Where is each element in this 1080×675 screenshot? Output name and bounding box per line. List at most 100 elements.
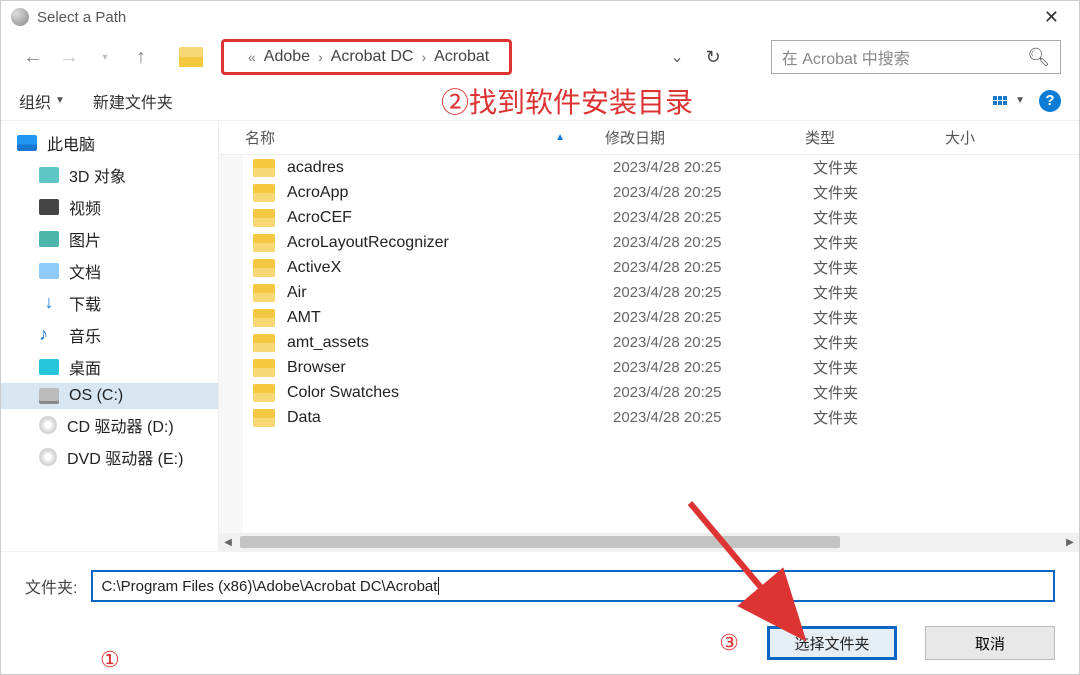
folder-icon <box>253 359 275 377</box>
search-input[interactable]: 在 Acrobat 中搜索 🔍︎ <box>771 40 1061 74</box>
annotation-3: ③ <box>719 630 739 656</box>
file-row[interactable]: Data2023/4/28 20:25文件夹 <box>219 405 1079 430</box>
scroll-right-icon[interactable]: ▶ <box>1061 537 1079 548</box>
sidebar-item-label: 此电脑 <box>47 131 95 155</box>
folder-icon <box>253 309 275 327</box>
new-folder-button[interactable]: 新建文件夹 <box>93 89 173 113</box>
button-row: ③ 选择文件夹 取消 <box>25 626 1055 660</box>
search-icon: 🔍︎ <box>1027 47 1050 68</box>
ico-drive-icon <box>39 388 59 404</box>
dialog-window: Select a Path ✕ ← → ▾ ↑ « Adobe › Acroba… <box>0 0 1080 675</box>
file-row[interactable]: ActiveX2023/4/28 20:25文件夹 <box>219 255 1079 280</box>
view-controls: ▼ ? <box>993 90 1061 112</box>
ico-desk-icon <box>39 359 59 375</box>
col-date[interactable]: 修改日期 <box>605 127 805 148</box>
toolbar: 组织▼ 新建文件夹 ②找到软件安装目录 ▼ ? <box>1 81 1079 121</box>
breadcrumb-dropdown[interactable]: ⌄ <box>670 47 683 67</box>
title-bar: Select a Path ✕ <box>1 1 1079 33</box>
back-button[interactable]: ← <box>19 43 47 71</box>
file-row[interactable]: AcroCEF2023/4/28 20:25文件夹 <box>219 205 1079 230</box>
chevron-right-icon: › <box>314 49 327 65</box>
folder-icon <box>253 159 275 177</box>
ico-pc-icon <box>17 135 37 151</box>
sidebar-item-3[interactable]: 图片 <box>1 223 218 255</box>
main-area: 此电脑 3D 对象视频图片文档 ↓下载♪音乐桌面 OS (C:) CD 驱动器 (D:)… <box>1 121 1079 551</box>
file-row[interactable]: AcroLayoutRecognizer2023/4/28 20:25文件夹 <box>219 230 1079 255</box>
file-name: amt_assets <box>287 334 613 352</box>
sidebar-item-4[interactable]: 文档 <box>1 255 218 287</box>
crumb-0[interactable]: Adobe <box>260 48 314 66</box>
file-row[interactable]: Color Swatches2023/4/28 20:25文件夹 <box>219 380 1079 405</box>
nav-row: ← → ▾ ↑ « Adobe › Acrobat DC › Acrobat ⌄… <box>1 33 1079 81</box>
file-name: Color Swatches <box>287 384 613 402</box>
up-button[interactable]: ↑ <box>127 43 155 71</box>
h-scrollbar[interactable]: ◀ ▶ <box>219 533 1079 551</box>
scroll-thumb[interactable] <box>240 536 840 548</box>
forward-button[interactable]: → <box>55 43 83 71</box>
file-row[interactable]: AMT2023/4/28 20:25文件夹 <box>219 305 1079 330</box>
view-mode-button[interactable]: ▼ <box>993 95 1025 106</box>
sidebar-item-10[interactable]: DVD 驱动器 (E:) <box>1 441 218 473</box>
sidebar-item-9[interactable]: CD 驱动器 (D:) <box>1 409 218 441</box>
path-row: 文件夹: C:\Program Files (x86)\Adobe\Acroba… <box>25 570 1055 602</box>
sidebar-item-5[interactable]: ↓下载 <box>1 287 218 319</box>
file-row[interactable]: amt_assets2023/4/28 20:25文件夹 <box>219 330 1079 355</box>
col-name[interactable]: 名称▲ <box>245 127 605 148</box>
close-button[interactable]: ✕ <box>1034 3 1069 32</box>
file-row[interactable]: Browser2023/4/28 20:25文件夹 <box>219 355 1079 380</box>
app-icon <box>11 8 29 26</box>
sidebar-item-label: CD 驱动器 (D:) <box>67 413 174 437</box>
file-list[interactable]: acadres2023/4/28 20:25文件夹AcroApp2023/4/2… <box>219 155 1079 533</box>
file-name: AMT <box>287 309 613 327</box>
file-row[interactable]: Air2023/4/28 20:25文件夹 <box>219 280 1079 305</box>
crumb-1[interactable]: Acrobat DC <box>327 48 418 66</box>
file-row[interactable]: acadres2023/4/28 20:25文件夹 <box>219 155 1079 180</box>
help-button[interactable]: ? <box>1039 90 1061 112</box>
file-date: 2023/4/28 20:25 <box>613 284 813 301</box>
file-date: 2023/4/28 20:25 <box>613 334 813 351</box>
file-type: 文件夹 <box>813 407 953 428</box>
file-date: 2023/4/28 20:25 <box>613 309 813 326</box>
cancel-button[interactable]: 取消 <box>925 626 1055 660</box>
sidebar-item-1[interactable]: 3D 对象 <box>1 159 218 191</box>
crumb-2[interactable]: Acrobat <box>430 48 493 66</box>
file-name: ActiveX <box>287 259 613 277</box>
sidebar-item-7[interactable]: 桌面 <box>1 351 218 383</box>
file-row[interactable]: AcroApp2023/4/28 20:25文件夹 <box>219 180 1079 205</box>
ico-cd-icon <box>39 416 57 434</box>
folder-icon <box>253 334 275 352</box>
sidebar-item-label: OS (C:) <box>69 387 123 405</box>
organize-button[interactable]: 组织▼ <box>19 89 65 113</box>
file-type: 文件夹 <box>813 282 953 303</box>
sidebar-item-2[interactable]: 视频 <box>1 191 218 223</box>
sidebar-item-label: 文档 <box>69 259 101 283</box>
path-label: 文件夹: <box>25 574 77 598</box>
sidebar-item-0[interactable]: 此电脑 <box>1 127 218 159</box>
refresh-button[interactable]: ↻ <box>692 43 735 72</box>
file-date: 2023/4/28 20:25 <box>613 259 813 276</box>
recent-dropdown[interactable]: ▾ <box>91 43 119 71</box>
sidebar-item-label: 3D 对象 <box>69 163 126 187</box>
file-name: acadres <box>287 159 613 177</box>
sidebar-item-label: 音乐 <box>69 323 101 347</box>
chevron-right-icon: › <box>417 49 430 65</box>
col-size[interactable]: 大小 <box>945 127 1079 148</box>
file-type: 文件夹 <box>813 257 953 278</box>
annotation-2: ②找到软件安装目录 <box>441 81 693 121</box>
footer: 文件夹: C:\Program Files (x86)\Adobe\Acroba… <box>1 551 1079 674</box>
sidebar-item-8[interactable]: OS (C:) <box>1 383 218 409</box>
col-type[interactable]: 类型 <box>805 127 945 148</box>
path-input[interactable]: C:\Program Files (x86)\Adobe\Acrobat DC\… <box>91 570 1055 602</box>
file-type: 文件夹 <box>813 157 953 178</box>
select-folder-button[interactable]: 选择文件夹 <box>767 626 897 660</box>
folder-icon <box>253 284 275 302</box>
folder-icon <box>253 259 275 277</box>
scroll-left-icon[interactable]: ◀ <box>219 537 237 548</box>
file-type: 文件夹 <box>813 207 953 228</box>
breadcrumb-highlight: « Adobe › Acrobat DC › Acrobat <box>221 39 512 75</box>
sidebar-item-6[interactable]: ♪音乐 <box>1 319 218 351</box>
ico-dl-icon: ↓ <box>39 295 59 311</box>
search-placeholder: 在 Acrobat 中搜索 <box>782 45 910 69</box>
file-date: 2023/4/28 20:25 <box>613 184 813 201</box>
file-name: Air <box>287 284 613 302</box>
